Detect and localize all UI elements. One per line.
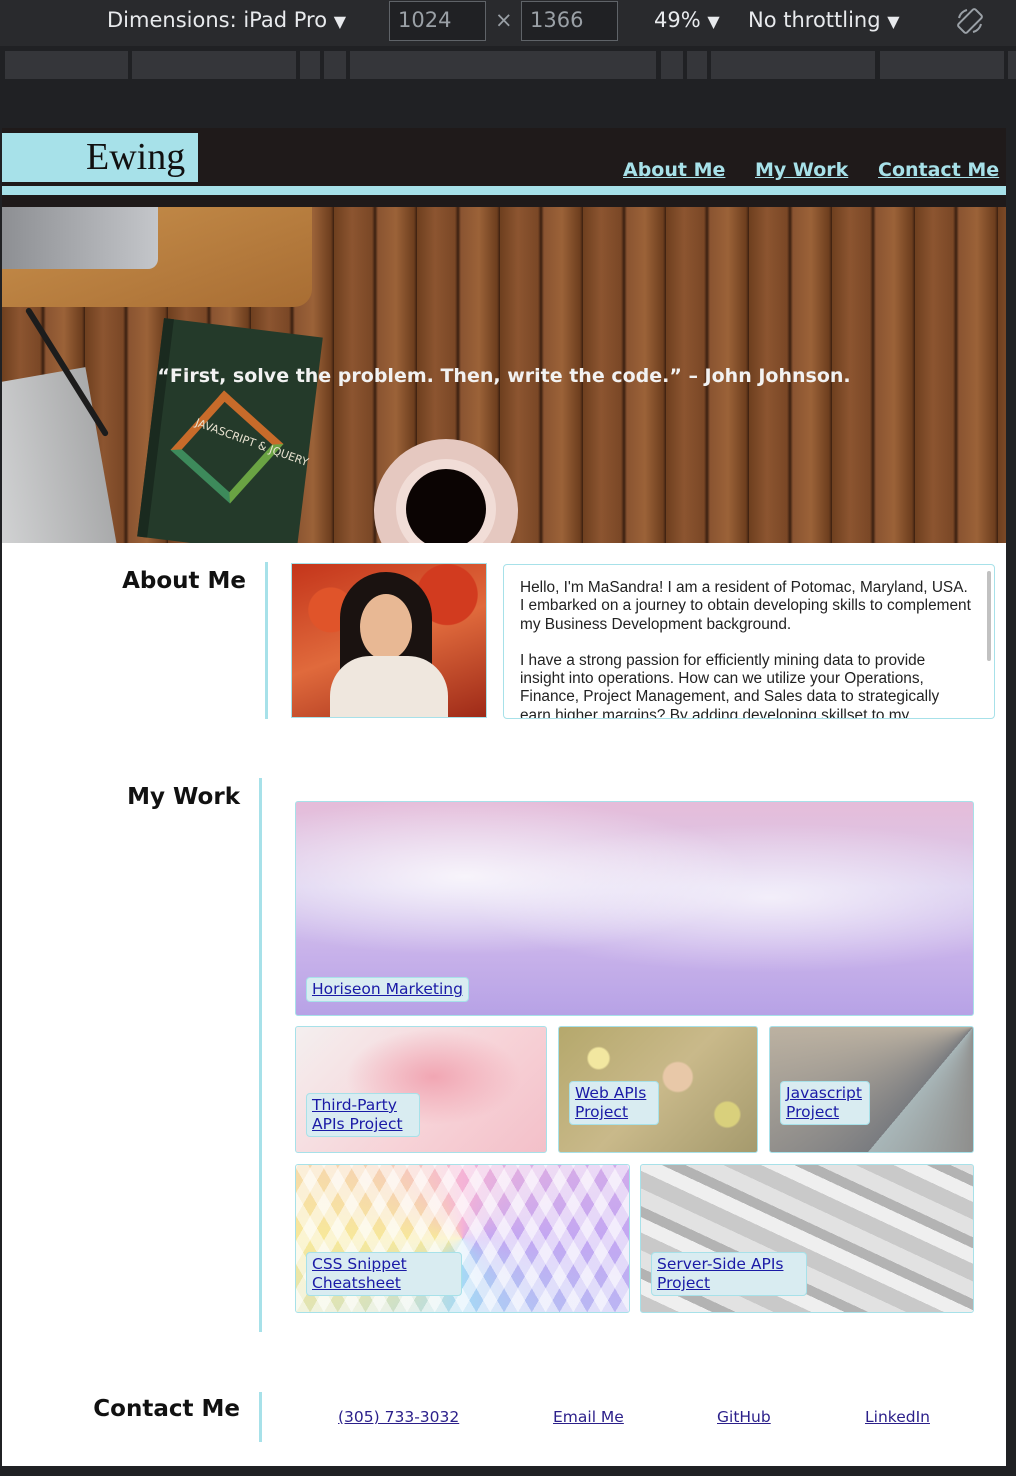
times-icon: × (495, 8, 513, 32)
contact-phone-link[interactable]: (305) 733-3032 (338, 1408, 459, 1426)
contact-heading: Contact Me (93, 1396, 240, 1422)
nav-contact-link[interactable]: Contact Me (878, 159, 999, 181)
width-input[interactable]: 1024 (389, 1, 486, 41)
hero-quote: “First, solve the problem. Then, write t… (157, 365, 851, 387)
project-card-third-party-apis[interactable]: Third-Party APIs Project (295, 1026, 547, 1153)
nav-about-link[interactable]: About Me (623, 159, 725, 181)
bio-scrollbar[interactable] (987, 571, 991, 661)
work-heading: My Work (127, 784, 240, 810)
profile-photo (291, 563, 487, 718)
nav-work-link[interactable]: My Work (755, 159, 848, 181)
about-heading: About Me (122, 568, 246, 594)
contact-linkedin-link[interactable]: LinkedIn (865, 1408, 930, 1426)
throttling-label: No throttling (748, 8, 881, 32)
project-link-third-party-apis[interactable]: Third-Party APIs Project (306, 1093, 420, 1137)
site-logo: Ewing (2, 133, 198, 182)
project-link-css-snippet[interactable]: CSS Snippet Cheatsheet (306, 1252, 462, 1296)
project-card-web-apis[interactable]: Web APIs Project (558, 1026, 758, 1153)
project-card-server-side-apis[interactable]: Server-Side APIs Project (640, 1164, 974, 1313)
project-card-css-snippet[interactable]: CSS Snippet Cheatsheet (295, 1164, 630, 1313)
ruler-segment[interactable] (661, 51, 683, 79)
project-link-horiseon[interactable]: Horiseon Marketing (306, 977, 469, 1002)
work-divider (259, 778, 262, 1332)
chevron-down-icon: ▼ (333, 12, 347, 31)
ruler-segment[interactable] (350, 51, 656, 79)
chevron-down-icon: ▼ (887, 12, 900, 31)
throttling-dropdown[interactable]: No throttling ▼ (748, 8, 900, 32)
devtools-device-toolbar: Dimensions: iPad Pro ▼ 1024 × 1366 49% ▼… (0, 0, 1016, 46)
height-input[interactable]: 1366 (521, 1, 618, 41)
ruler-segment[interactable] (132, 51, 296, 79)
project-card-horiseon[interactable]: Horiseon Marketing (295, 801, 974, 1016)
project-link-web-apis[interactable]: Web APIs Project (569, 1081, 659, 1125)
contact-github-link[interactable]: GitHub (717, 1408, 771, 1426)
hero-banner: JAVASCRIPT & JQUERY “First, solve the pr… (2, 207, 1006, 543)
site-header: Ewing About Me My Work Contact Me (2, 128, 1006, 208)
bio-paragraph: I have a strong passion for efficiently … (520, 651, 940, 719)
ruler-segment[interactable] (1008, 51, 1016, 79)
contact-email-link[interactable]: Email Me (553, 1408, 624, 1426)
ruler-segment[interactable] (880, 51, 1004, 79)
about-divider (265, 562, 268, 719)
rotate-icon[interactable] (955, 6, 985, 36)
ruler-segment[interactable] (300, 51, 320, 79)
device-viewport: Ewing About Me My Work Contact Me JAVASC… (2, 128, 1006, 1466)
ruler-segment[interactable] (5, 51, 128, 79)
ruler-segment[interactable] (324, 51, 346, 79)
project-card-javascript[interactable]: Javascript Project (769, 1026, 974, 1153)
contact-divider (259, 1392, 262, 1442)
ruler-segment[interactable] (711, 51, 875, 79)
ruler-segment[interactable] (687, 51, 707, 79)
project-link-javascript[interactable]: Javascript Project (780, 1081, 870, 1125)
bio-paragraph: Hello, I'm MaSandra! I am a resident of … (520, 579, 971, 633)
zoom-dropdown[interactable]: 49% ▼ (654, 8, 720, 32)
hero-laptop-image (2, 207, 312, 307)
dimensions-label: Dimensions: iPad Pro (107, 8, 328, 32)
zoom-label: 49% (654, 8, 701, 32)
hero-coffee (406, 469, 486, 543)
chevron-down-icon: ▼ (707, 12, 720, 31)
project-link-server-side-apis[interactable]: Server-Side APIs Project (651, 1252, 807, 1296)
media-query-ruler (0, 46, 1016, 84)
bio-text-box[interactable]: Hello, I'm MaSandra! I am a resident of … (503, 564, 995, 719)
hero-notepad-image (2, 367, 117, 543)
header-divider (2, 186, 1006, 195)
dimensions-dropdown[interactable]: Dimensions: iPad Pro ▼ (107, 8, 346, 32)
